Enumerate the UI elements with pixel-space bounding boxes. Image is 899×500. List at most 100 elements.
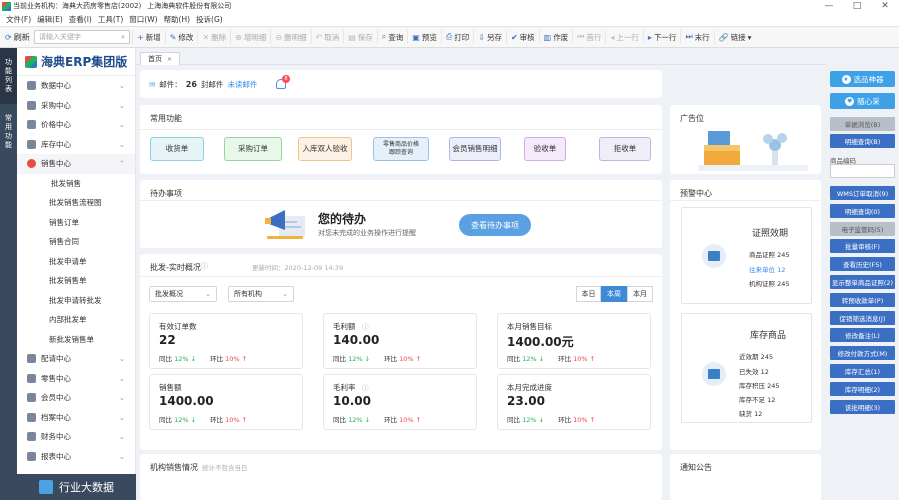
sidebar-subitem-6[interactable]: 批发申请转批发 [17,291,135,311]
menu-item-0[interactable]: 文件(F) [6,14,31,25]
sidebar-item-2[interactable]: 价格中心 ⌄ [17,115,135,135]
sidebar-item-3[interactable]: 库存中心 ⌄ [17,135,135,155]
sidebar-subitem-1[interactable]: 批发销售流程图 [17,193,135,213]
industry-big-data-button[interactable]: 行业大数据 [17,474,136,500]
toolbar-button-13[interactable]: ⏮ 首行 [572,30,605,44]
sidebar-item-4[interactable]: 销售中心 ⌃ [17,154,135,174]
toolbar-button-16[interactable]: ⏭ 末行 [680,30,713,44]
action-button-8[interactable]: 修改备注(L) [830,328,895,343]
segment-month[interactable]: 本月 [627,286,653,302]
quick-function-button-1[interactable]: 采购订单 [224,137,282,161]
quick-function-button-6[interactable]: 拒收单 [599,137,651,161]
view-todo-button[interactable]: 查看待办事项 [459,214,531,236]
sidebar-subitem-5[interactable]: 批发销售单 [17,271,135,291]
sidebar-item-after-2[interactable]: 会员中心 ⌄ [17,388,135,408]
menu-item-2[interactable]: 查看(I) [69,14,92,25]
search-input[interactable]: 请输入关键字 ⌕ [34,30,130,44]
quick-function-button-2[interactable]: 入库双人验收 [298,137,352,161]
sidebar-subitem-7[interactable]: 内部批发单 [17,310,135,330]
sidebar-item-after-5[interactable]: 报表中心 ⌄ [17,447,135,467]
stat-card-1[interactable]: 毛利额 ⓘ 140.00 同比 12% ↓ 环比 10% ↑ [323,313,477,369]
toolbar-button-5[interactable]: ↶ 取消 [310,30,344,44]
toolbar-button-17[interactable]: 🔗 链接 ▾ [713,30,756,44]
stock-warning-box[interactable]: 库存商品 近效期 245 已失效 12 库存积压 245 库存不足 12 缺货 … [681,313,812,423]
action-button-9[interactable]: 修改付款方式(M) [830,346,895,361]
action-button-7[interactable]: 促销筛选消息(J) [830,310,895,325]
sidebar-item-after-3[interactable]: 档案中心 ⌄ [17,408,135,428]
stock-line-5: 缺货 12 [739,410,763,418]
toolbar-button-4[interactable]: ⊖ 删明细 [270,30,310,44]
action-button-0[interactable]: WMS订单取消(9) [830,186,895,200]
toolbar-button-3[interactable]: ⊕ 增明细 [230,30,270,44]
toolbar-button-9[interactable]: ⎙ 打印 [440,30,473,44]
sidebar-item-1[interactable]: 采购中心 ⌄ [17,96,135,116]
action-button-4[interactable]: 查看历史(F5) [830,257,895,272]
quick-function-button-0[interactable]: 收货单 [150,137,204,161]
action-button-2[interactable]: 电子监管码(5) [830,221,895,236]
sidebar-subitem-2[interactable]: 销售订单 [17,213,135,233]
sidebar-item-0[interactable]: 数据中心 ⌄ [17,76,135,96]
product-code-input[interactable] [830,164,895,178]
doc-browse-button[interactable]: 单据浏览(B) [830,117,895,131]
quick-function-button-3[interactable]: 零售商品价格 跟踪查询 [373,137,429,161]
toolbar-button-1[interactable]: ✎ 修改 [164,30,198,44]
toolbar-button-12[interactable]: ▥ 作废 [538,30,573,44]
toolbar-button-2[interactable]: ✕ 删除 [197,30,230,44]
refresh-button[interactable]: ⟳ 刷新 [0,32,30,43]
maximize-button[interactable]: □ [843,1,871,11]
action-button-11[interactable]: 库存明细(2) [830,381,895,396]
strip-function-list[interactable]: 功能列表 [0,48,17,104]
stat-card-5[interactable]: 本月完成进度 23.00 同比 12% ↓ 环比 10% ↑ [497,374,651,430]
license-expiry-box[interactable]: 证照效期 商品证照 245 往来单位 12 机构证照 245 [681,207,812,304]
stat-compare: 同比 12% ↓ 环比 10% ↑ [159,414,247,424]
toolbar-button-14[interactable]: ◂ 上一行 [605,30,643,44]
menu-item-5[interactable]: 帮助(H) [164,14,191,25]
sidebar-subitem-0[interactable]: 批发销售 [17,174,135,194]
org-select[interactable]: 所有机构 ⌄ [228,286,294,302]
free-purchase-button[interactable]: ♥ 随心采 [830,93,895,109]
action-button-5[interactable]: 显示整单商品证照(2) [830,275,895,289]
toolbar-button-15[interactable]: ▸ 下一行 [642,30,681,44]
sidebar-item-after-4[interactable]: 财务中心 ⌄ [17,427,135,447]
toolbar-button-10[interactable]: ⇩ 另存 [473,30,506,44]
detail-query-button[interactable]: 明细查询(B) [830,134,895,148]
unread-mail-link[interactable]: 未读邮件 [227,79,257,90]
product-selection-button[interactable]: ★ 选品神器 [830,71,895,87]
toolbar-button-6[interactable]: ▤ 保存 [343,30,377,44]
help-icon[interactable]: ⓘ [201,261,208,271]
menu-item-6[interactable]: 投诉(G) [196,14,223,25]
toolbar-button-8[interactable]: ▣ 预览 [407,30,441,44]
toolbar-button-0[interactable]: + 新增 [132,30,165,44]
stat-card-3[interactable]: 销售额 1400.00 同比 12% ↓ 环比 10% ↑ [149,374,303,430]
close-button[interactable]: ✕ [871,1,899,11]
menu-item-4[interactable]: 窗口(W) [129,14,157,25]
segment-week[interactable]: 本周 [601,286,627,302]
sidebar-item-after-0[interactable]: 配请中心 ⌄ [17,349,135,369]
segment-today[interactable]: 本日 [576,286,601,302]
sidebar-subitem-4[interactable]: 批发申请单 [17,252,135,272]
stat-card-0[interactable]: 有效订单数 22 同比 12% ↓ 环比 10% ↑ [149,313,303,369]
overview-type-select[interactable]: 批发概况 ⌄ [149,286,217,302]
tab-home[interactable]: 首页 ✕ [140,52,180,65]
tab-close-icon[interactable]: ✕ [167,56,172,63]
action-button-3[interactable]: 批量审核(F) [830,239,895,254]
stat-card-2[interactable]: 本月销售目标 1400.00元 同比 12% ↓ 环比 10% ↑ [497,313,651,369]
menu-item-3[interactable]: 工具(T) [98,14,123,25]
action-button-1[interactable]: 明细查询(0) [830,203,895,218]
toolbar-button-7[interactable]: ⌕ 查询 [376,30,407,44]
quick-function-button-5[interactable]: 验收单 [524,137,566,161]
sidebar-subitem-8[interactable]: 新批发销售单 [17,330,135,350]
action-button-10[interactable]: 库存汇总(1) [830,364,895,378]
quick-function-button-4[interactable]: 会员销售明细 [449,137,501,161]
action-button-6[interactable]: 转预收款单(P) [830,292,895,307]
sidebar-subitem-3[interactable]: 销售合同 [17,232,135,252]
sidebar-item-label: 价格中心 [41,120,71,130]
menu-item-1[interactable]: 编辑(E) [37,14,63,25]
stat-card-4[interactable]: 毛利率 ⓘ 10.00 同比 12% ↓ 环比 10% ↑ [323,374,477,430]
strip-common-functions[interactable]: 常用功能 [0,104,17,160]
sidebar-item-after-1[interactable]: 零售中心 ⌄ [17,369,135,389]
toolbar-button-11[interactable]: ✔ 审核 [505,30,539,44]
mom-compare: 环比 10% ↑ [384,416,422,424]
action-button-12[interactable]: 该批明细(3) [830,399,895,414]
minimize-button[interactable]: — [815,1,843,11]
